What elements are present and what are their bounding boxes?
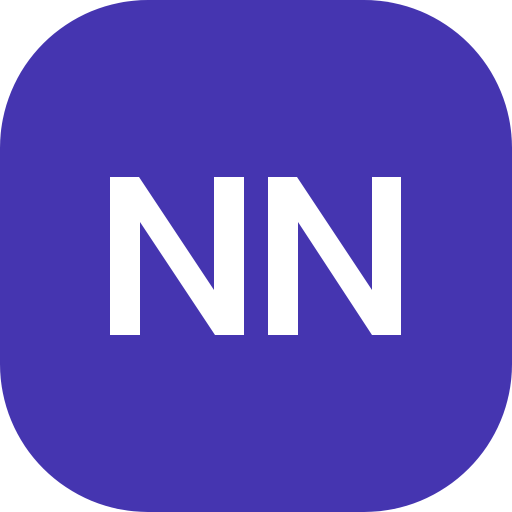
monogram-glyph <box>110 177 401 335</box>
letter-n-left <box>110 177 244 335</box>
letter-n-right <box>268 177 401 335</box>
app-icon[interactable] <box>0 0 512 512</box>
